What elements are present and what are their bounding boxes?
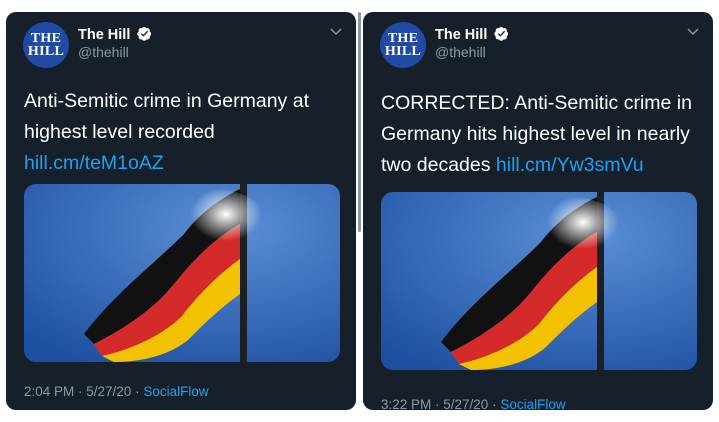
tweet-text: Anti-Semitic crime in Germany at highest… [24, 86, 349, 179]
german-flag-photo [24, 184, 340, 362]
tweet-meta: 2:04 PM · 5/27/20 · SocialFlow [24, 384, 209, 399]
chevron-down-icon[interactable] [330, 28, 342, 36]
chevron-down-icon[interactable] [687, 28, 699, 36]
display-name-text: The Hill [78, 27, 131, 43]
timestamp[interactable]: 3:22 PM · 5/27/20 · [381, 397, 500, 410]
timestamp[interactable]: 2:04 PM · 5/27/20 · [24, 384, 143, 399]
avatar-line2: HILL [27, 44, 65, 59]
german-flag-photo [381, 192, 697, 370]
tweet-link[interactable]: hill.cm/Yw3smVu [496, 154, 644, 176]
display-name-text: The Hill [435, 27, 488, 43]
tweet-card-corrected[interactable]: THE HILL The Hill @thehill CORRECTED: An… [363, 12, 713, 410]
tweet-link[interactable]: hill.cm/teM1oAZ [24, 152, 164, 174]
tweet-media[interactable] [24, 184, 340, 362]
tweet-text: CORRECTED: Anti-Semitic crime in Germany… [381, 88, 706, 181]
verified-badge-icon [494, 26, 509, 41]
source-link[interactable]: SocialFlow [143, 384, 208, 399]
avatar[interactable]: THE HILL [380, 22, 426, 68]
tweet-card-original[interactable]: THE HILL The Hill @thehill Anti-Semitic … [6, 12, 356, 410]
verified-badge-icon [137, 26, 152, 41]
tweet-meta: 3:22 PM · 5/27/20 · SocialFlow [381, 397, 566, 410]
scrollbar-thumb[interactable] [358, 12, 361, 232]
avatar-line2: HILL [384, 44, 422, 59]
display-name[interactable]: The Hill [78, 26, 152, 43]
tweet-body: Anti-Semitic crime in Germany at highest… [24, 90, 309, 143]
tweet-media[interactable] [381, 192, 697, 370]
handle[interactable]: @thehill [435, 44, 486, 60]
handle[interactable]: @thehill [78, 44, 129, 60]
scrollbar[interactable] [356, 12, 363, 410]
display-name[interactable]: The Hill [435, 26, 509, 43]
source-link[interactable]: SocialFlow [500, 397, 565, 410]
avatar[interactable]: THE HILL [23, 22, 69, 68]
